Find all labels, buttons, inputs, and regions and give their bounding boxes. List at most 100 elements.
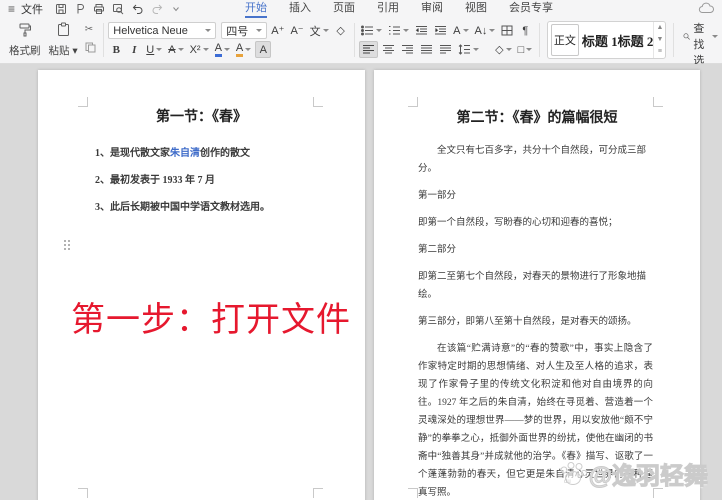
chevron-down-icon	[462, 29, 469, 32]
document-canvas[interactable]: 第一节：《春》 1、是现代散文家朱自清创作的散文 2、最初发表于 1933 年 …	[0, 64, 722, 500]
format-painter-label: 格式刷	[9, 45, 41, 57]
tab-reference[interactable]: 引用	[377, 0, 399, 18]
numbering-button[interactable]	[386, 22, 411, 39]
clear-format-button[interactable]: ◇	[333, 22, 349, 39]
hamburger-menu-icon[interactable]: ≡	[8, 2, 15, 16]
separator	[539, 23, 540, 57]
chevron-down-icon	[473, 48, 480, 51]
cloud-status-icon[interactable]	[698, 2, 714, 17]
undo-icon[interactable]	[131, 3, 144, 15]
bold-button[interactable]: B	[108, 41, 124, 58]
align-right-button[interactable]	[399, 41, 416, 58]
chevron-down-icon	[245, 48, 252, 51]
page1-list-item-1[interactable]: 1、是现代散文家朱自清创作的散文	[95, 144, 250, 159]
font-size-select[interactable]: 四号	[221, 22, 268, 39]
paste-button[interactable]: 粘贴 ▾	[46, 20, 81, 60]
page1-list-item-2[interactable]: 2、最初发表于 1933 年 7 月	[95, 171, 215, 186]
margin-mark	[408, 97, 418, 107]
paragraph-mark-button[interactable]: ¶	[517, 22, 533, 39]
export-pdf-icon[interactable]	[74, 3, 86, 15]
style-heading-2[interactable]: 标题 2	[618, 31, 654, 50]
phonetic-guide-button[interactable]: 文	[308, 22, 331, 39]
chevron-down-icon	[505, 48, 512, 51]
page2-title[interactable]: 第二节：《春》的篇幅很短	[374, 107, 700, 127]
borders-button[interactable]: □	[516, 41, 535, 58]
redo-icon[interactable]	[151, 3, 164, 15]
text-direction-button[interactable]: A	[451, 22, 470, 39]
chevron-down-icon	[177, 48, 184, 51]
chevron-down-icon	[205, 29, 212, 32]
cut-icon[interactable]: ✂	[85, 24, 96, 35]
grow-font-button[interactable]: A⁺	[269, 22, 286, 39]
document-page-2[interactable]: 第二节：《春》的篇幅很短 全文只有七百多字，共分十个自然段，可分成三部分。 第一…	[374, 70, 700, 500]
chevron-down-icon	[322, 29, 329, 32]
page2-paragraph[interactable]: 全文只有七百多字，共分十个自然段，可分成三部分。	[418, 142, 653, 178]
tab-review[interactable]: 审阅	[421, 0, 443, 18]
page2-paragraph[interactable]: 在该篇“贮满诗意”的“春的赞歌”中，事实上隐含了作家特定时期的思想情绪、对人生及…	[418, 340, 653, 500]
print-preview-icon[interactable]	[112, 3, 124, 15]
hyperlink-zhuziqing[interactable]: 朱自清	[170, 148, 200, 159]
customize-quickbar-icon[interactable]	[171, 4, 181, 14]
styles-scroll-down-icon[interactable]: ▼	[656, 36, 663, 43]
tab-membership[interactable]: 会员专享	[509, 0, 553, 18]
file-menu[interactable]: 文件	[21, 1, 43, 17]
page1-title[interactable]: 第一节：《春》	[38, 106, 365, 126]
line-spacing-button[interactable]	[456, 41, 481, 58]
separator	[353, 23, 355, 57]
decrease-indent-button[interactable]	[413, 22, 430, 39]
tab-home[interactable]: 开始	[245, 0, 268, 18]
superscript-button[interactable]: X²	[188, 41, 211, 58]
save-icon[interactable]	[55, 3, 67, 15]
copy-icon[interactable]	[85, 42, 96, 56]
word-processor-window: ≡ 文件 开始 插入 页面 引用 审阅 视图 会员专享 格式刷 粘贴 ▾ ✂ H…	[0, 0, 722, 500]
style-heading-1[interactable]: 标题 1	[582, 31, 618, 50]
page2-paragraph[interactable]: 第三部分，即第八至第十自然段，是对春天的颂扬。	[418, 313, 653, 331]
page2-paragraph[interactable]: 第二部分	[418, 241, 653, 259]
tab-stops-button[interactable]	[499, 22, 515, 39]
style-body-text[interactable]: 正文	[550, 24, 579, 56]
font-color-button[interactable]: A	[213, 41, 232, 58]
char-shading-button[interactable]: A	[255, 41, 272, 58]
shrink-font-button[interactable]: A⁻	[288, 22, 305, 39]
increase-indent-button[interactable]	[432, 22, 449, 39]
page2-paragraph[interactable]: 第一部分	[418, 187, 653, 205]
document-page-1[interactable]: 第一节：《春》 1、是现代散文家朱自清创作的散文 2、最初发表于 1933 年 …	[38, 70, 365, 500]
margin-mark	[653, 488, 663, 498]
styles-gallery: 正文 标题 1 标题 2 ▲ ▼ ≡	[546, 21, 667, 59]
styles-scroll-up-icon[interactable]: ▲	[656, 24, 663, 31]
tab-view[interactable]: 视图	[465, 0, 487, 18]
clipboard-group: 格式刷 粘贴 ▾ ✂	[6, 20, 98, 60]
justify-button[interactable]	[418, 41, 435, 58]
paste-icon	[57, 22, 69, 36]
find-button[interactable]: 查找	[683, 20, 718, 52]
italic-button[interactable]: I	[126, 41, 142, 58]
strikethrough-button[interactable]: A	[166, 41, 185, 58]
paragraph-group: A A↓ ¶ ◇ □	[359, 20, 534, 60]
highlight-color-button[interactable]: A	[234, 41, 253, 58]
page1-list-item-3[interactable]: 3、此后长期被中国中学语文教材选用。	[95, 198, 270, 213]
font-name-select[interactable]: Helvetica Neue	[108, 22, 217, 39]
paragraph-drag-handle-icon[interactable]	[64, 240, 70, 250]
styles-scroll-arrows[interactable]: ▲ ▼ ≡	[653, 22, 665, 58]
format-painter-icon	[19, 23, 32, 37]
format-painter-button[interactable]: 格式刷	[6, 20, 44, 60]
annotation-step-text[interactable]: 第一步：打开文件	[71, 292, 351, 341]
shading-button[interactable]: ◇	[493, 41, 513, 58]
underline-button[interactable]: U	[144, 41, 164, 58]
tab-page[interactable]: 页面	[333, 0, 355, 18]
margin-mark	[78, 488, 88, 498]
align-center-button[interactable]	[380, 41, 397, 58]
tab-insert[interactable]: 插入	[289, 0, 311, 18]
distribute-button[interactable]	[437, 41, 454, 58]
page2-paragraph[interactable]: 即第一个自然段，写盼春的心切和迎春的喜悦；	[418, 214, 653, 232]
styles-more-icon[interactable]: ≡	[658, 48, 662, 55]
print-icon[interactable]	[93, 3, 105, 15]
sort-button[interactable]: A↓	[473, 22, 498, 39]
bullets-button[interactable]	[359, 22, 384, 39]
margin-mark	[408, 488, 418, 498]
chevron-down-icon	[526, 48, 533, 51]
page2-paragraph[interactable]: 即第二至第七个自然段，对春天的景物进行了形象地描绘。	[418, 268, 653, 304]
paste-label: 粘贴 ▾	[48, 45, 78, 57]
align-left-button[interactable]	[359, 41, 379, 58]
page2-body-text[interactable]: 全文只有七百多字，共分十个自然段，可分成三部分。 第一部分 即第一个自然段，写盼…	[418, 142, 653, 500]
